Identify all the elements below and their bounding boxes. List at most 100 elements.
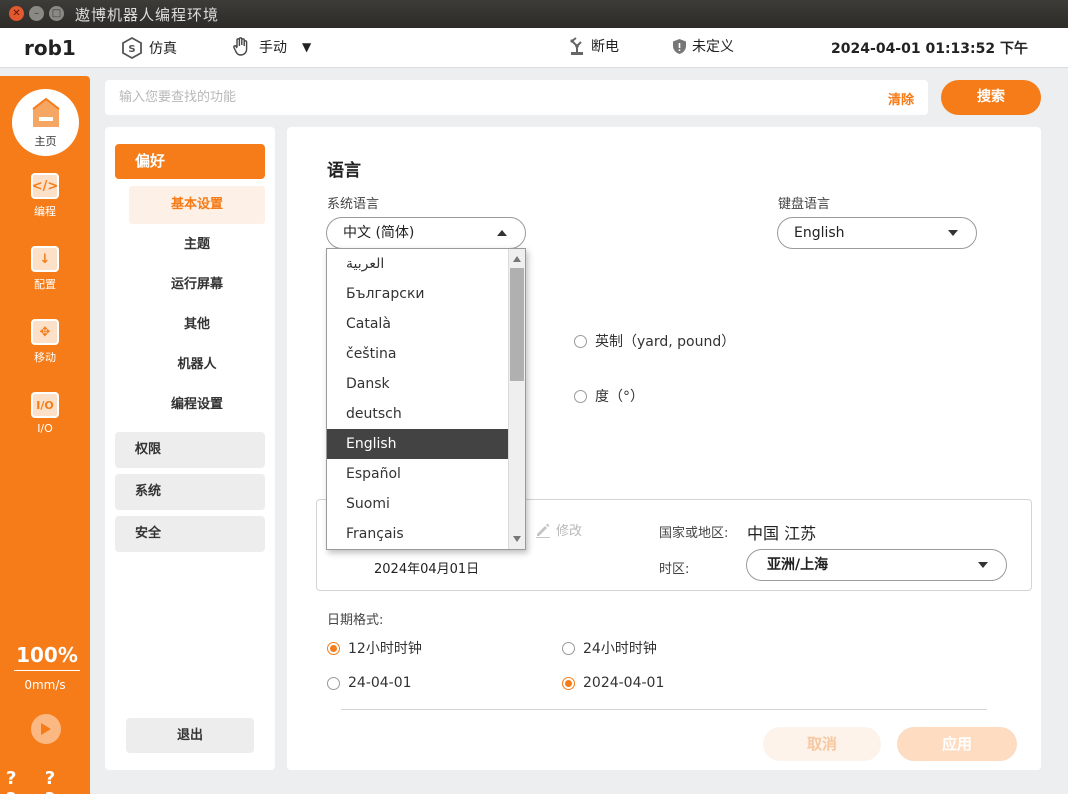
units-imperial-option[interactable]: 英制（yard, pound） [574,331,735,351]
edit-date-label: 修改 [556,524,583,539]
date-short-label: 24-04-01 [348,675,412,691]
settings-item-basic[interactable]: 基本设置 [129,186,265,224]
language-option[interactable]: Català [327,309,508,339]
date-value: 2024年04月01日 [374,562,480,577]
scrollbar-thumb[interactable] [510,268,524,381]
country-value: 中国 江苏 [747,524,817,543]
system-language-label: 系统语言 [327,197,380,212]
window-minimize-button[interactable]: – [29,6,44,21]
chevron-up-icon [497,230,507,236]
dropdown-scrollbar[interactable] [508,249,525,549]
power-status[interactable]: 断电 [568,36,619,56]
keyboard-language-select[interactable]: English [777,217,977,249]
nav-config[interactable]: ↓ 配置 [0,246,90,292]
date-short-radio[interactable] [327,676,340,690]
speed-percent[interactable]: 100% [14,643,80,671]
nav-io-label: I/O [37,422,53,435]
country-label: 国家或地区: [659,526,729,541]
language-option[interactable]: Български [327,279,508,309]
search-button[interactable]: 搜索 [941,80,1041,115]
logout-button[interactable]: 退出 [126,718,254,753]
shield-icon [672,38,687,55]
language-option[interactable]: Suomi [327,489,508,519]
clock-12-radio[interactable] [327,641,340,655]
language-option[interactable]: Español [327,459,508,489]
clear-search-button[interactable]: 清除 [888,89,914,108]
window-titlebar: ✕ – □ 遨博机器人编程环境 [0,0,1068,28]
safety-label: 未定义 [692,39,734,55]
help-icons[interactable]: ? ? ? ? [6,768,90,794]
settings-group-permissions[interactable]: 权限 [115,432,265,468]
system-language-value: 中文 (简体) [343,225,415,241]
robot-arm-icon [568,36,586,56]
settings-item-robot[interactable]: 机器人 [129,346,265,384]
settings-item-other[interactable]: 其他 [129,306,265,344]
system-language-select[interactable]: 中文 (简体) [326,217,526,249]
mode-label: 手动 [259,40,287,56]
date-short-option[interactable]: 24-04-01 [327,675,412,691]
units-imperial-radio[interactable] [574,334,587,348]
language-option[interactable]: deutsch [327,399,508,429]
units-imperial-label: 英制（yard, pound） [595,334,736,350]
clock-12-option[interactable]: 12小时时钟 [327,638,422,658]
power-label: 断电 [591,39,619,55]
settings-item-theme[interactable]: 主题 [129,226,265,264]
home-label: 主页 [34,135,57,148]
pencil-icon [536,523,550,538]
apply-button[interactable]: 应用 [897,727,1017,761]
main-sidebar: 主页 </> 编程 ↓ 配置 ✥ 移动 I/O I/O 100% 0mm/s ?… [0,76,90,794]
angle-degree-option[interactable]: 度（°） [574,386,644,406]
angle-degree-radio[interactable] [574,389,587,403]
cancel-button[interactable]: 取消 [763,727,881,761]
chevron-down-icon: ▼ [302,40,312,54]
io-icon: I/O [31,392,59,418]
language-option[interactable]: Français [327,519,508,549]
chevron-down-icon [948,230,958,236]
clock-24-radio[interactable] [562,641,575,655]
clock-24-option[interactable]: 24小时时钟 [562,638,657,658]
window-close-button[interactable]: ✕ [9,6,24,21]
language-option[interactable]: العربية [327,249,508,279]
language-option-highlighted[interactable]: English [327,429,508,459]
safety-status[interactable]: 未定义 [672,36,734,56]
robot-name: rob1 [24,36,76,60]
move-arrows-icon: ✥ [31,319,59,345]
timezone-value: 亚洲/上海 [767,557,829,573]
edit-date-button[interactable]: 修改 [535,520,582,539]
date-long-radio[interactable] [562,676,575,690]
scroll-down-icon[interactable] [513,536,521,542]
window-maximize-button[interactable]: □ [49,6,64,21]
keyboard-language-label: 键盘语言 [778,197,831,212]
settings-item-run-screen[interactable]: 运行屏幕 [129,266,265,304]
simulation-icon: S [120,36,144,60]
hand-icon [232,36,254,58]
mode-selector[interactable]: 手动 ▼ [232,36,311,58]
home-button[interactable]: 主页 [12,89,79,156]
date-format-label: 日期格式: [327,613,384,628]
nav-programming-label: 编程 [34,205,56,218]
date-long-option[interactable]: 2024-04-01 [562,675,664,691]
settings-group-preferences[interactable]: 偏好 [115,144,265,179]
search-input[interactable] [119,86,859,108]
nav-io[interactable]: I/O I/O [0,392,90,435]
nav-move[interactable]: ✥ 移动 [0,319,90,365]
play-button[interactable] [31,714,61,744]
scroll-up-icon[interactable] [513,256,521,262]
settings-group-safety[interactable]: 安全 [115,516,265,552]
language-option[interactable]: Dansk [327,369,508,399]
language-option[interactable]: čeština [327,339,508,369]
nav-programming[interactable]: </> 编程 [0,173,90,219]
simulation-toggle[interactable]: S 仿真 [120,36,177,60]
download-icon: ↓ [31,246,59,272]
keyboard-language-value: English [794,225,845,241]
settings-item-programming[interactable]: 编程设置 [129,386,265,424]
simulation-label: 仿真 [149,41,177,57]
angle-degree-label: 度（°） [595,389,644,405]
clock-24-label: 24小时时钟 [583,641,657,657]
timezone-select[interactable]: 亚洲/上海 [746,549,1007,581]
timezone-label: 时区: [659,562,690,577]
date-long-label: 2024-04-01 [583,675,665,691]
settings-nav: 偏好 基本设置 主题 运行屏幕 其他 机器人 编程设置 权限 系统 安全 退出 [105,127,275,770]
home-icon [31,97,61,133]
settings-group-system[interactable]: 系统 [115,474,265,510]
